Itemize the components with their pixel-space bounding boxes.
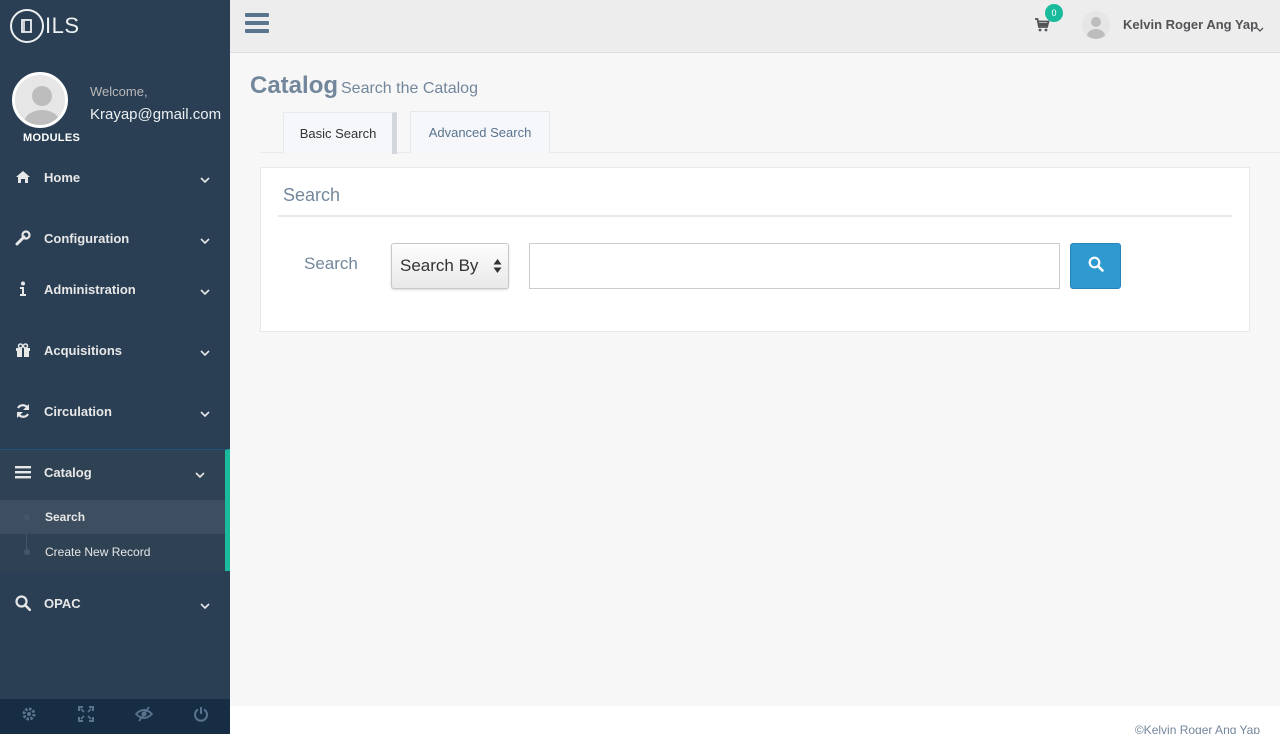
sidebar-item-home[interactable]: Home <box>0 157 230 197</box>
user-avatar[interactable] <box>1082 11 1110 39</box>
bullet-dot <box>24 514 30 520</box>
chevron-down-icon <box>200 232 210 250</box>
profile: Welcome, Krayap@gmail.com MODULES <box>0 52 230 148</box>
sidebar-item-label: OPAC <box>44 595 81 611</box>
search-button[interactable] <box>1070 243 1121 289</box>
settings-icon <box>21 706 37 727</box>
welcome-text: Welcome, <box>90 84 148 99</box>
fullscreen-icon <box>78 706 95 727</box>
sidebar-item-opac[interactable]: OPAC <box>0 583 230 623</box>
sidebar-footer <box>0 699 230 734</box>
brand[interactable]: ILS <box>0 0 230 52</box>
brand-name: ILS <box>45 13 80 38</box>
info-icon <box>15 281 31 297</box>
power-icon <box>193 706 209 727</box>
sidebar-item-acquisitions[interactable]: Acquisitions <box>0 330 230 370</box>
sidebar-item-label: Administration <box>44 281 136 297</box>
top-navbar: 0 Kelvin Roger Ang Yap <box>230 0 1280 53</box>
settings-button[interactable] <box>0 699 57 734</box>
modules-heading: MODULES <box>23 132 81 144</box>
sidebar-item-label: Catalog <box>44 464 92 480</box>
chevron-down-icon <box>1256 20 1264 38</box>
sidebar-item-label: Circulation <box>44 403 112 419</box>
search-by-value: Search By <box>400 256 479 275</box>
avatar <box>12 72 68 128</box>
book-logo-icon <box>10 9 44 43</box>
search-input[interactable] <box>529 243 1060 289</box>
sidebar: ILS Welcome, Krayap@gmail.com MODULES Ho… <box>0 0 230 734</box>
sidebar-item-catalog[interactable]: Catalog <box>0 452 225 492</box>
gift-icon <box>15 342 31 358</box>
wrench-icon <box>15 230 31 246</box>
search-field-label: Search <box>304 254 358 273</box>
panel-title: Search <box>283 185 341 205</box>
footer-copyright: ©Kelvin Roger Ang Yap <box>1134 723 1260 734</box>
sidebar-item-label: Home <box>44 169 81 185</box>
search-icon <box>1088 256 1104 277</box>
user-email: Krayap@gmail.com <box>90 106 222 123</box>
sidebar-item-label: Acquisitions <box>44 342 123 358</box>
home-icon <box>15 169 31 185</box>
chevron-down-icon <box>200 597 210 615</box>
chevron-down-icon <box>200 405 210 423</box>
chevron-down-icon <box>200 283 210 301</box>
eye-slash-icon <box>134 706 154 727</box>
logout-button[interactable] <box>173 699 230 734</box>
menu-toggle-button[interactable] <box>245 13 269 35</box>
lock-view-button[interactable] <box>115 699 172 734</box>
chevron-down-icon <box>195 466 205 484</box>
sidebar-item-administration[interactable]: Administration <box>0 269 230 309</box>
page-title: Catalog <box>250 72 339 99</box>
chevron-down-icon <box>200 171 210 189</box>
select-arrows-icon <box>493 258 502 279</box>
chevron-down-icon <box>200 344 210 362</box>
page-footer: ©Kelvin Roger Ang Yap <box>230 706 1280 734</box>
sidebar-item-configuration[interactable]: Configuration <box>0 218 230 258</box>
tab-advanced-search[interactable]: Advanced Search <box>410 111 550 153</box>
tab-basic-search[interactable]: Basic Search <box>283 112 397 154</box>
page-subtitle: Search the Catalog <box>341 80 478 97</box>
sidebar-group-catalog: Catalog Search Create New Record <box>0 449 230 571</box>
search-panel: Search Search Search By <box>260 167 1250 332</box>
submenu-item-label: Search <box>45 510 86 524</box>
submenu-item-create-new-record[interactable]: Create New Record <box>0 535 225 569</box>
fullscreen-button[interactable] <box>58 699 115 734</box>
sidebar-item-label: Configuration <box>44 230 130 246</box>
panel-divider <box>278 215 1232 217</box>
main-content: Catalog Search the Catalog Basic Search … <box>230 53 1280 734</box>
search-by-select[interactable]: Search By <box>391 243 509 289</box>
submenu-item-search[interactable]: Search <box>0 500 225 534</box>
sidebar-item-circulation[interactable]: Circulation <box>0 391 230 431</box>
search-icon <box>15 595 31 611</box>
refresh-icon <box>15 403 31 419</box>
submenu-item-label: Create New Record <box>45 545 151 559</box>
cart-icon <box>1034 18 1050 37</box>
cart-count-badge: 0 <box>1045 4 1063 22</box>
bullet-dot <box>24 549 30 555</box>
user-menu-toggle[interactable]: Kelvin Roger Ang Yap <box>1123 17 1258 32</box>
bars-icon <box>15 464 31 480</box>
